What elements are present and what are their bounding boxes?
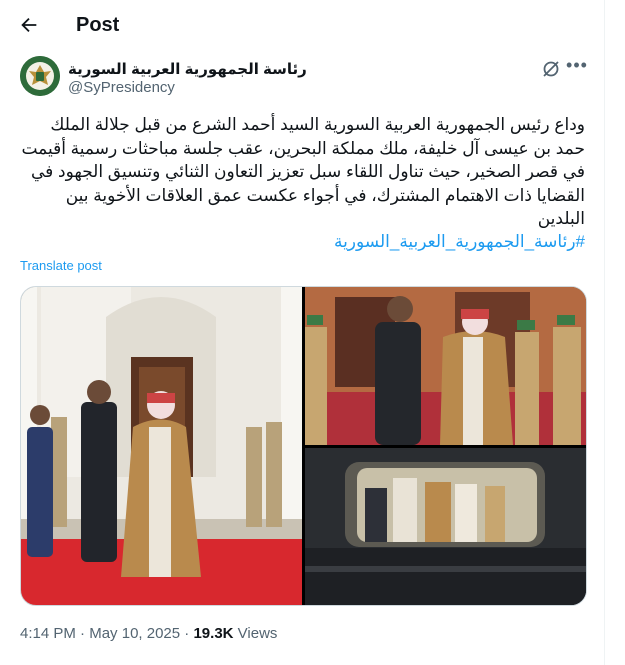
avatar[interactable] [20,56,60,96]
media-grid [20,286,587,606]
photo-2[interactable] [305,287,586,445]
post-page: Post رئاسة الجمهورية العربية السورية @Sy… [0,0,605,665]
page-title: Post [76,14,120,36]
emblem-icon [20,56,60,96]
back-button[interactable] [18,14,44,40]
author-name[interactable]: رئاسة الجمهورية العربية السورية [68,60,307,78]
post-time[interactable]: 4:14 PM [20,625,76,642]
hashtag-link[interactable]: #رئاسة_الجمهورية_العربية_السورية [20,232,585,252]
photo-1[interactable] [21,287,302,605]
post-date[interactable]: May 10, 2025 [89,625,180,642]
meta-separator-2: · [184,625,190,642]
more-icon: ••• [566,55,588,75]
more-button[interactable]: ••• [566,56,588,78]
views-count: 19.3K [193,625,234,642]
meta-separator: · [80,625,86,642]
author-handle[interactable]: @SyPresidency [68,79,175,96]
grok-icon [543,61,559,77]
grok-button[interactable] [541,59,561,79]
post-text: وداع رئيس الجمهورية العربية السورية السي… [21,115,585,228]
views-label: Views [237,625,278,642]
translate-post-link[interactable]: Translate post [20,258,102,273]
photo-3[interactable] [305,448,586,605]
top-bar: Post [0,0,604,54]
arrow-left-icon [21,17,37,33]
post-meta: 4:14 PM · May 10, 2025 · 19.3K Views [20,625,277,642]
